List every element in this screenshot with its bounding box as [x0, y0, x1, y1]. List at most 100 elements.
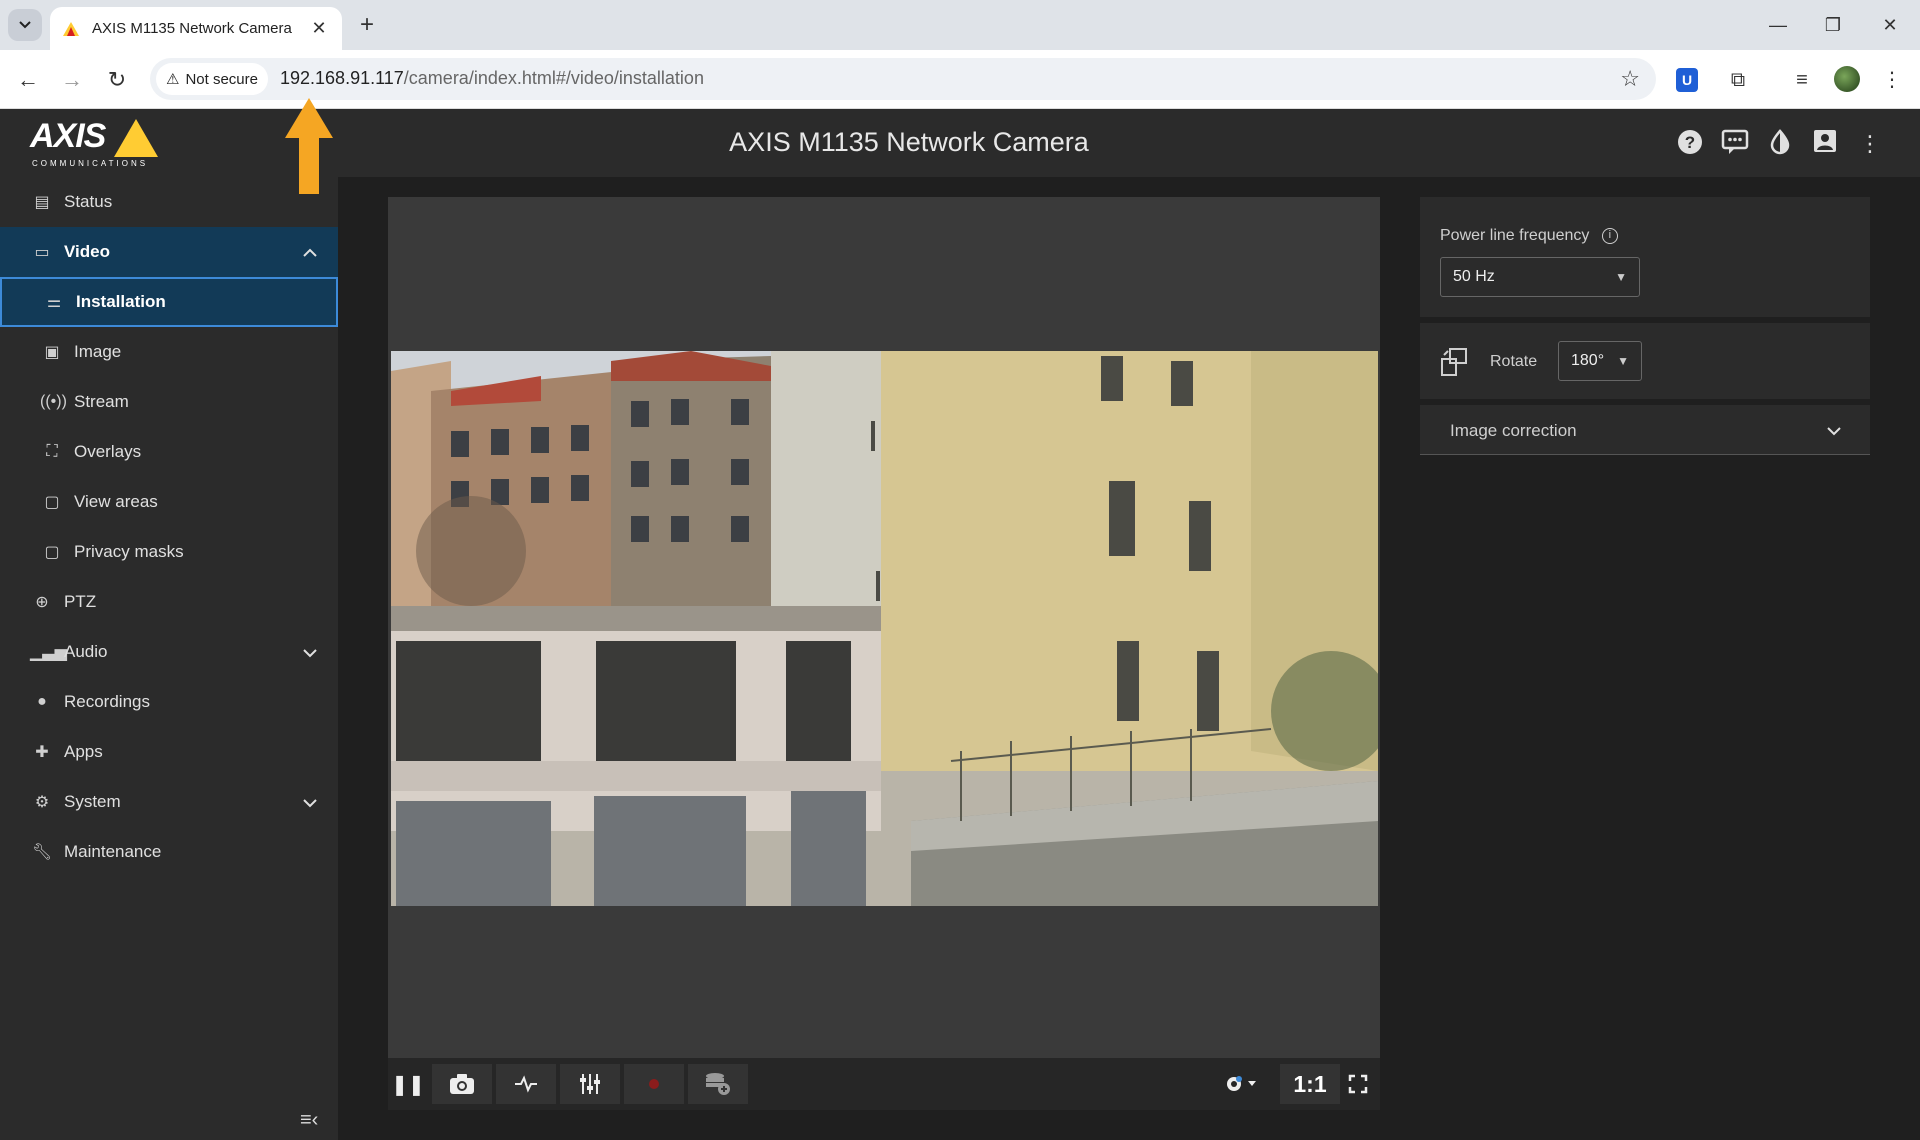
power-line-value: 50 Hz — [1453, 268, 1495, 285]
stream-settings-sliders-icon[interactable] — [560, 1064, 620, 1104]
close-window-button[interactable]: ✕ — [1870, 10, 1910, 40]
sidebar-item-video[interactable]: ▭ Video — [0, 227, 338, 277]
sidebar-item-label: Privacy masks — [74, 542, 184, 561]
apps-icon: ✚ — [35, 744, 49, 761]
live-video-view[interactable] — [391, 351, 1378, 906]
profile-avatar[interactable] — [1834, 66, 1860, 92]
rotate-select[interactable]: 180° ▼ — [1558, 341, 1642, 381]
reload-icon[interactable]: ↻ — [101, 64, 133, 96]
sidebar-item-label: Maintenance — [64, 842, 162, 861]
sidebar-item-label: Recordings — [64, 692, 150, 711]
pause-icon[interactable]: ❚❚ — [388, 1064, 428, 1104]
extensions-icon[interactable]: ⧉ — [1722, 64, 1754, 96]
pulse-stats-icon[interactable] — [496, 1064, 556, 1104]
sidebar-item-ptz[interactable]: ⊕ PTZ — [0, 577, 338, 627]
video-settings-gear-icon[interactable] — [1216, 1064, 1266, 1104]
wrench-icon: 🔧︎ — [31, 844, 53, 861]
chevron-down-icon — [302, 792, 318, 813]
page-title: AXIS M1135 Network Camera — [729, 127, 1089, 157]
overlays-icon: ⛶ — [46, 443, 58, 460]
sidebar-item-apps[interactable]: ✚ Apps — [0, 727, 338, 777]
chevron-down-icon — [302, 642, 318, 663]
logo-subtitle: COMMUNICATIONS — [32, 159, 149, 168]
svg-text:?: ? — [1685, 133, 1695, 152]
sidebar-item-audio[interactable]: ▁▃▅ Audio — [0, 627, 338, 677]
forward-icon[interactable]: → — [56, 64, 88, 96]
video-icon: ▭ — [34, 244, 50, 261]
info-icon[interactable]: i — [1601, 227, 1618, 244]
url-text[interactable]: 192.168.91.117/camera/index.html#/video/… — [280, 68, 704, 89]
snapshot-camera-icon[interactable] — [432, 1064, 492, 1104]
minimize-button[interactable]: — — [1758, 10, 1798, 40]
password-manager-icon[interactable]: U — [1676, 68, 1698, 92]
restore-button[interactable]: ❐ — [1813, 10, 1853, 40]
tab-close-icon[interactable]: ✕ — [308, 18, 330, 39]
sidebar-item-recordings[interactable]: ● Recordings — [0, 677, 338, 727]
collapse-sidebar-icon[interactable]: ≡‹ — [300, 1109, 318, 1132]
recordings-icon: ● — [37, 693, 47, 710]
sidebar-item-label: Apps — [64, 742, 103, 761]
rotate-card: Rotate 180° ▼ — [1420, 323, 1870, 399]
status-icon: ▤ — [34, 194, 50, 211]
sidebar-item-stream[interactable]: ((•)) Stream — [0, 377, 338, 427]
annotation-arrow-icon — [285, 98, 333, 194]
power-line-label-text: Power line frequency — [1440, 227, 1590, 244]
privacy-mask-icon: ▢ — [44, 544, 60, 561]
camera-scene-image — [391, 351, 1378, 906]
ptz-icon: ⊕ — [35, 594, 49, 611]
tab-search-button[interactable] — [8, 9, 42, 41]
sidebar-item-label: Overlays — [74, 442, 142, 461]
sidebar-item-installation[interactable]: ⚌ Installation — [0, 277, 338, 327]
power-line-card: Power line frequency i 50 Hz ▼ — [1420, 197, 1870, 317]
record-icon[interactable] — [624, 1064, 684, 1104]
power-line-select[interactable]: 50 Hz ▼ — [1440, 257, 1640, 297]
chevron-up-icon — [302, 242, 318, 263]
fullscreen-icon[interactable] — [1340, 1064, 1376, 1104]
sidebar-item-label: View areas — [74, 492, 158, 511]
sidebar-item-privacy-masks[interactable]: ▢ Privacy masks — [0, 527, 338, 577]
media-controls-icon[interactable]: ≡ — [1786, 64, 1818, 96]
security-label: Not secure — [185, 70, 258, 88]
url-host: 192.168.91.117 — [280, 68, 404, 88]
sidebar-item-image[interactable]: ▣ Image — [0, 327, 338, 377]
chevron-down-icon — [1826, 423, 1842, 441]
app-menu-icon[interactable]: ⋮ — [1855, 129, 1885, 159]
sidebar-item-overlays[interactable]: ⛶ Overlays — [0, 427, 338, 477]
image-icon: ▣ — [44, 344, 60, 361]
stream-icon: ((•)) — [40, 393, 67, 410]
back-icon[interactable]: ← — [12, 64, 44, 96]
address-bar[interactable]: ⚠ Not secure 192.168.91.117/camera/index… — [150, 58, 1656, 100]
sidebar-item-label: Video — [64, 242, 110, 261]
sliders-icon: ⚌ — [46, 294, 62, 311]
sidebar-item-label: Stream — [74, 392, 129, 411]
power-line-label: Power line frequency i — [1440, 227, 1618, 245]
sidebar-item-view-areas[interactable]: ▢ View areas — [0, 477, 338, 527]
browser-tab[interactable]: AXIS M1135 Network Camera ✕ — [50, 7, 342, 50]
sidebar: ▤ Status ▭ Video ⚌ Installation ▣ Image … — [0, 177, 338, 1140]
browser-menu-icon[interactable]: ⋮ — [1876, 64, 1908, 96]
contrast-theme-icon[interactable] — [1765, 129, 1795, 159]
warning-icon: ⚠ — [166, 71, 180, 88]
rotate-icon — [1440, 347, 1470, 382]
sidebar-item-label: PTZ — [64, 592, 97, 611]
sidebar-item-maintenance[interactable]: 🔧︎ Maintenance — [0, 827, 338, 877]
security-chip[interactable]: ⚠ Not secure — [156, 63, 268, 95]
user-account-icon[interactable] — [1810, 129, 1840, 159]
chevron-down-icon — [19, 21, 31, 29]
new-tab-button[interactable]: + — [352, 10, 382, 40]
video-panel: ❚❚ 1:1 — [388, 197, 1380, 1110]
sidebar-item-label: System — [64, 792, 121, 811]
video-toolbar: ❚❚ 1:1 — [388, 1058, 1380, 1110]
aspect-ratio-button[interactable]: 1:1 — [1280, 1064, 1340, 1104]
sidebar-item-label: Installation — [76, 292, 166, 311]
sidebar-item-label: Image — [74, 342, 122, 361]
help-icon[interactable]: ? — [1675, 129, 1705, 159]
sidebar-item-system[interactable]: ⚙ System — [0, 777, 338, 827]
url-path: /camera/index.html#/video/installation — [403, 68, 704, 88]
image-correction-card[interactable]: Image correction — [1420, 405, 1870, 455]
bookmark-star-icon[interactable]: ☆ — [1620, 66, 1640, 92]
storage-add-icon[interactable] — [688, 1064, 748, 1104]
tab-title: AXIS M1135 Network Camera — [92, 20, 292, 37]
main-content: ❚❚ 1:1 Power line frequency i 50 Hz ▼ Ro… — [338, 177, 1920, 1140]
feedback-icon[interactable] — [1720, 129, 1750, 159]
